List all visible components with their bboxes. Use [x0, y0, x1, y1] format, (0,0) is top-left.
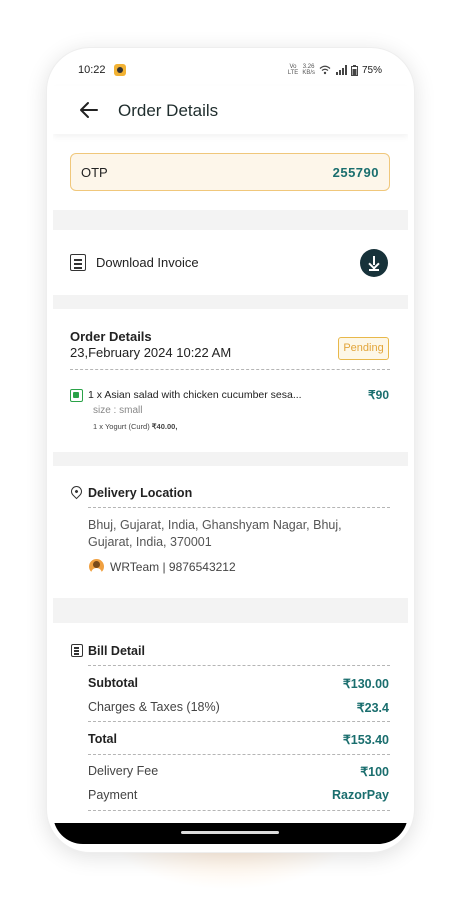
- total-value: ₹153.40: [342, 733, 389, 747]
- payment-label: Payment: [88, 788, 138, 802]
- charges-label: Charges & Taxes (18%): [88, 700, 220, 714]
- section-divider: [53, 210, 408, 230]
- order-date: 23,February 2024 10:22 AM: [70, 345, 232, 360]
- section-divider: [53, 598, 408, 623]
- section-divider: [53, 295, 408, 309]
- dashed-divider: [88, 721, 390, 722]
- bill-detail-title: Bill Detail: [88, 644, 145, 658]
- item-name: 1 x Asian salad with chicken cucumber se…: [88, 389, 302, 401]
- arrow-left-icon[interactable]: [77, 98, 101, 122]
- location-pin-icon: [68, 483, 85, 500]
- signal-icon: [335, 65, 347, 75]
- payment-value: RazorPay: [332, 788, 389, 802]
- dashed-divider: [70, 369, 390, 370]
- delivery-location-title: Delivery Location: [88, 486, 193, 500]
- network-type: Vo LTE: [287, 64, 299, 76]
- item-price: ₹90: [368, 388, 389, 402]
- total-label: Total: [88, 732, 117, 746]
- charges-value: ₹23.4: [356, 701, 389, 715]
- download-invoice-label[interactable]: Download Invoice: [96, 255, 199, 270]
- app-header: Order Details: [53, 86, 408, 134]
- download-invoice-button[interactable]: [360, 249, 388, 277]
- battery-icon: [350, 64, 358, 76]
- dashed-divider: [88, 665, 390, 666]
- network-speed: 3.26 KB/s: [302, 64, 315, 76]
- screen: 10:22 Vo LTE 3.26 KB/s 75% Order Details…: [53, 54, 408, 844]
- page-title: Order Details: [118, 101, 219, 120]
- veg-icon: [70, 389, 83, 402]
- avatar: [89, 559, 104, 574]
- delivery-fee-value: ₹100: [360, 765, 389, 779]
- subtotal-label: Subtotal: [88, 676, 138, 690]
- delivery-fee-label: Delivery Fee: [88, 764, 159, 778]
- item-size: size : small: [93, 405, 143, 416]
- dashed-divider: [88, 507, 390, 508]
- status-right: Vo LTE 3.26 KB/s 75%: [288, 64, 382, 76]
- wifi-icon: [319, 65, 331, 75]
- contact-info: WRTeam | 9876543212: [110, 560, 236, 574]
- status-bar: 10:22 Vo LTE 3.26 KB/s 75%: [53, 54, 408, 86]
- delivery-address: Bhuj, Gujarat, India, Ghanshyam Nagar, B…: [88, 518, 342, 549]
- otp-box: OTP 255790: [70, 153, 390, 191]
- item-addon: 1 x Yogurt (Curd) ₹40.00,: [93, 422, 178, 431]
- dashed-divider: [88, 754, 390, 755]
- otp-value: 255790: [332, 165, 379, 180]
- notification-icon: [114, 64, 126, 76]
- otp-label: OTP: [81, 165, 108, 180]
- section-divider: [53, 452, 408, 466]
- download-icon: [369, 269, 379, 271]
- status-badge: Pending: [338, 337, 389, 360]
- subtotal-value: ₹130.00: [342, 677, 389, 691]
- bill-icon: [71, 644, 83, 657]
- order-details-title: Order Details: [70, 329, 152, 344]
- home-indicator[interactable]: [181, 831, 279, 834]
- status-time: 10:22: [78, 64, 106, 76]
- battery-level: 75%: [361, 64, 382, 76]
- invoice-icon: [70, 254, 86, 271]
- dashed-divider: [88, 810, 390, 811]
